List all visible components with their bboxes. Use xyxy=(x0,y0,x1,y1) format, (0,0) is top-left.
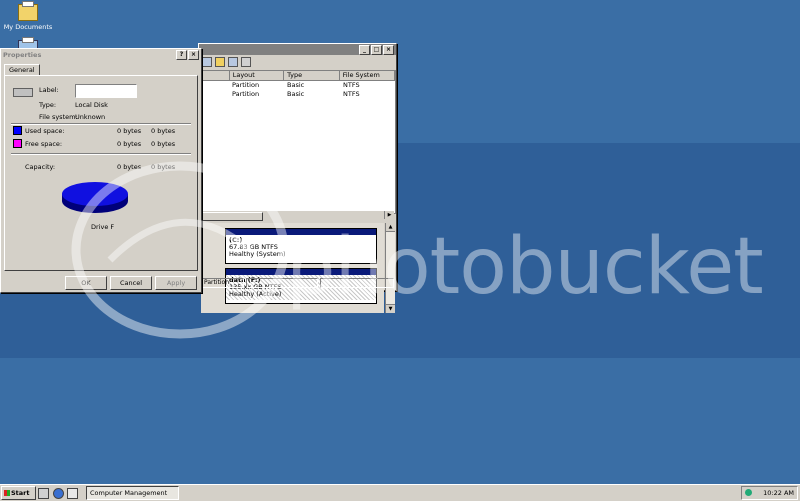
close-button[interactable]: × xyxy=(188,49,199,60)
task-label: Computer Management xyxy=(90,489,168,497)
volume-label-input[interactable] xyxy=(75,84,137,98)
cm-toolbar xyxy=(199,55,396,69)
ok-button[interactable]: OK xyxy=(65,276,107,290)
free-caption: Free space: xyxy=(25,140,63,148)
cell-fs: NTFS xyxy=(343,81,360,89)
properties-tool-icon[interactable] xyxy=(202,57,212,67)
divider xyxy=(11,153,191,155)
desktop-icon-my-documents[interactable]: My Documents xyxy=(2,1,54,31)
start-button[interactable]: Start xyxy=(1,486,36,500)
col-header-file-system[interactable]: File System xyxy=(339,71,396,80)
minimize-button[interactable]: _ xyxy=(359,44,370,55)
hard-drive-icon xyxy=(13,88,33,97)
apply-button[interactable]: Apply xyxy=(155,276,197,290)
cell-layout: Partition xyxy=(232,90,260,98)
free-space-swatch xyxy=(13,139,22,148)
network-tray-icon[interactable] xyxy=(745,489,752,496)
export-tool-icon[interactable] xyxy=(241,57,251,67)
free-bytes: 0 bytes xyxy=(117,140,142,148)
folder-icon xyxy=(18,1,38,21)
windows-flag-icon xyxy=(4,490,10,496)
cell-layout: Partition xyxy=(232,81,260,89)
scroll-right-arrow-icon[interactable]: ▶ xyxy=(384,211,394,219)
table-row[interactable]: Partition Basic NTFS xyxy=(202,81,395,90)
clock[interactable]: 10:22 AM xyxy=(763,489,794,497)
disk-usage-pie-icon xyxy=(62,182,128,213)
search-tool-icon[interactable] xyxy=(228,57,238,67)
outlook-express-icon[interactable] xyxy=(67,488,78,499)
dialog-title: Properties xyxy=(3,50,42,59)
status-cell: Partition xyxy=(201,278,244,288)
type-caption: Type: xyxy=(39,101,57,109)
taskbar: Start Computer Management 10:22 AM xyxy=(0,484,800,501)
capacity-size: 0 bytes xyxy=(151,163,176,171)
show-desktop-icon[interactable] xyxy=(38,488,49,499)
horizontal-scrollbar[interactable]: ▶ xyxy=(201,210,394,221)
open-folder-tool-icon[interactable] xyxy=(215,57,225,67)
start-label: Start xyxy=(11,489,30,497)
col-header-type[interactable]: Type xyxy=(284,71,340,80)
free-size: 0 bytes xyxy=(151,140,176,148)
drive-caption: Drive F xyxy=(91,223,115,231)
capacity-bytes: 0 bytes xyxy=(117,163,142,171)
used-bytes: 0 bytes xyxy=(117,127,142,135)
maximize-button[interactable]: □ xyxy=(371,44,382,55)
cell-type: Basic xyxy=(287,90,305,98)
used-size: 0 bytes xyxy=(151,127,176,135)
general-panel: Label: Type: Local Disk File system: Unk… xyxy=(4,75,198,271)
internet-explorer-icon[interactable] xyxy=(53,488,64,499)
volume-list-header: Layout Type File System xyxy=(202,71,396,81)
col-header-layout[interactable]: Layout xyxy=(229,71,285,80)
tab-strip: General xyxy=(4,63,40,76)
divider xyxy=(11,123,191,125)
system-tray: 10:22 AM xyxy=(741,486,798,500)
col-header-blank[interactable] xyxy=(202,71,230,80)
properties-titlebar[interactable]: Properties ? × xyxy=(1,49,201,60)
scroll-thumb[interactable] xyxy=(201,212,263,221)
properties-dialog[interactable]: Properties ? × General Label: Type: Loca… xyxy=(0,48,202,293)
help-button[interactable]: ? xyxy=(176,49,187,60)
label-caption: Label: xyxy=(39,86,59,94)
watermark-text: photobucket xyxy=(286,222,764,312)
used-caption: Used space: xyxy=(25,127,65,135)
capacity-caption: Capacity: xyxy=(25,163,56,171)
cancel-button[interactable]: Cancel xyxy=(110,276,152,290)
close-button[interactable]: × xyxy=(383,44,394,55)
desktop-icon-label: My Documents xyxy=(3,23,53,31)
fs-value: Unknown xyxy=(75,113,106,121)
table-row[interactable]: Partition Basic NTFS xyxy=(202,90,395,99)
cell-fs: NTFS xyxy=(343,90,360,98)
volume-list[interactable]: Layout Type File System Partition Basic … xyxy=(201,70,396,214)
cm-titlebar[interactable]: _ □ × xyxy=(199,44,396,55)
fs-caption: File system: xyxy=(39,113,78,121)
used-space-swatch xyxy=(13,126,22,135)
type-value: Local Disk xyxy=(75,101,108,109)
cell-type: Basic xyxy=(287,81,305,89)
taskbar-button-computer-management[interactable]: Computer Management xyxy=(86,486,179,500)
